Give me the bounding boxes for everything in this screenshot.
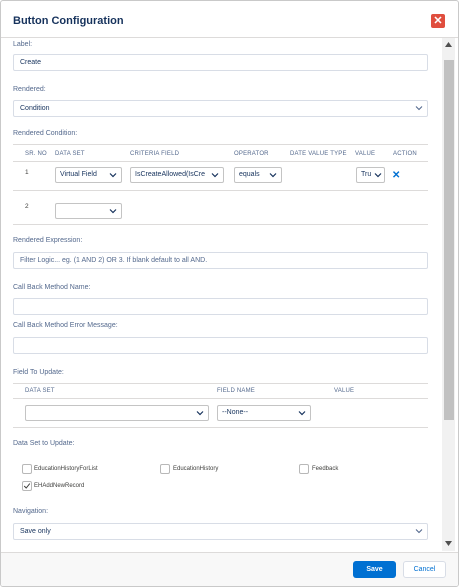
navigation-caption: Navigation: [13,508,49,515]
row-1-data-set-value: Virtual Field [60,171,97,178]
dialog-footer: Save Cancel [1,552,458,586]
chevron-down-icon [415,104,423,112]
rendered-expression-input[interactable]: Filter Logic... eg. (1 AND 2) OR 3. If b… [13,252,428,269]
checkmark-icon [23,483,31,489]
row-1-operator-select[interactable]: equals [234,167,282,183]
divider [13,398,428,399]
divider [13,144,428,145]
chevron-down-icon [269,171,277,179]
chevron-down-icon [211,171,219,179]
checkbox-label: EducationHistory [173,466,219,472]
th-criteria-field: CRITERIA FIELD [130,151,180,157]
checkbox-label: Feedback [312,466,339,472]
callback-error-input[interactable] [13,337,428,354]
divider [13,383,428,384]
navigation-select[interactable]: Save only [13,523,428,540]
th-sr-no: SR. NO [25,151,47,157]
scrollbar-thumb[interactable] [444,60,454,420]
th-field-value: VALUE [334,388,355,394]
row-1-value-value: Tru [361,171,372,178]
divider [13,427,428,428]
close-icon[interactable]: ✕ [431,14,445,28]
chevron-down-icon [196,409,204,417]
th-field-data-set: DATA SET [25,388,55,394]
row-1-criteria-field-select[interactable]: IsCreateAllowed(IsCre [130,167,224,183]
row-2-data-set-select[interactable] [55,203,122,219]
divider [13,224,428,225]
th-date-value-type: DATE VALUE TYPE [290,151,347,157]
th-action: ACTION [393,151,417,157]
scroll-down-icon[interactable] [445,541,452,546]
data-set-caption: Data Set to Update: [13,440,75,447]
th-operator: OPERATOR [234,151,269,157]
rendered-condition-caption: Rendered Condition: [13,130,78,137]
row-1-data-set-select[interactable]: Virtual Field [55,167,122,183]
row-2-sr: 2 [25,203,29,210]
field-name-select[interactable]: --None-- [217,405,311,421]
checkbox-eh-add-new-record[interactable] [22,481,32,491]
th-value: VALUE [355,151,376,157]
cancel-button[interactable]: Cancel [403,561,446,578]
rendered-expression-caption: Rendered Expression: [13,237,83,244]
label-input[interactable]: Create [13,54,428,71]
rendered-select-value: Condition [20,105,50,112]
divider [13,190,428,191]
checkbox-label: EHAddNewRecord [34,483,85,489]
field-data-set-select[interactable] [25,405,209,421]
dialog-body: Label: Create Rendered: Condition Render… [1,38,439,551]
th-field-name: FIELD NAME [217,388,256,394]
checkbox-label: EducationHistoryForList [34,466,98,472]
button-configuration-dialog: Button Configuration ✕ Label: Create Ren… [0,0,459,587]
dialog-title: Button Configuration [13,15,124,27]
label-caption: Label: [13,41,33,48]
callback-error-caption: Call Back Method Error Message: [13,322,118,329]
checkbox-education-history-for-list[interactable] [22,464,32,474]
chevron-down-icon [415,527,423,535]
rendered-caption: Rendered: [13,86,46,93]
th-data-set: DATA SET [55,151,85,157]
chevron-down-icon [374,171,382,179]
divider [13,161,428,162]
dialog-header: Button Configuration ✕ [1,1,458,38]
field-to-update-caption: Field To Update: [13,369,64,376]
checkbox-feedback[interactable] [299,464,309,474]
chevron-down-icon [298,409,306,417]
scroll-up-icon[interactable] [445,42,452,47]
rendered-select[interactable]: Condition [13,100,428,117]
chevron-down-icon [109,171,117,179]
callback-caption: Call Back Method Name: [13,284,91,291]
delete-x-icon[interactable]: ✕ [392,171,401,181]
row-1-sr: 1 [25,169,29,176]
navigation-select-value: Save only [20,528,51,535]
row-1-operator-value: equals [239,171,260,178]
vertical-scrollbar[interactable] [442,38,455,551]
row-1-value-select[interactable]: Tru [356,167,385,183]
checkbox-education-history[interactable] [160,464,170,474]
row-1-criteria-field-value: IsCreateAllowed(IsCre [135,171,206,178]
field-name-value: --None-- [222,409,249,416]
chevron-down-icon [109,207,117,215]
callback-input[interactable] [13,298,428,315]
save-button[interactable]: Save [353,561,396,578]
